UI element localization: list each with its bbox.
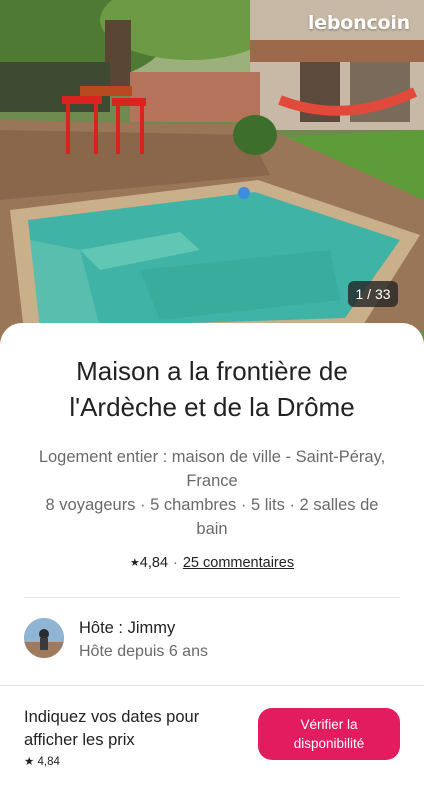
host-section[interactable]: Hôte : Jimmy Hôte depuis 6 ans [24,616,404,666]
reviews-link[interactable]: 25 commentaires [183,555,294,571]
listing-photo[interactable]: leboncoin 1 / 33 [0,0,424,345]
rating-value: 4,84 [139,555,169,571]
avatar [24,618,64,658]
booking-bar: Indiquez vos dates pour afficher les pri… [0,685,424,801]
photo-counter-badge: 1 / 33 [348,281,398,307]
check-availability-button[interactable]: Vérifier la disponibilité [258,708,400,760]
host-name: Hôte : Jimmy [79,619,176,637]
star-icon: ★ [24,756,35,768]
host-since: Hôte depuis 6 ans [79,643,208,660]
rating-row: ★4,84 · 25 commentaires [0,555,424,571]
listing-subtitle: Logement entier : maison de ville - Sain… [38,445,386,541]
booking-bar-rating: ★ 4,84 [24,754,60,768]
star-icon: ★ [129,557,140,569]
divider [24,597,400,598]
booking-bar-rating-value: 4,84 [37,756,60,768]
leboncoin-watermark: leboncoin [307,12,410,34]
listing-title: Maison a la frontière de l'Ardèche et de… [69,356,355,422]
dates-prompt: Indiquez vos dates pour afficher les pri… [24,708,200,749]
check-availability-label: Vérifier la disponibilité [293,717,365,751]
listing-capacity: 8 voyageurs · 5 chambres · 5 lits · 2 sa… [45,496,379,538]
listing-location: Logement entier : maison de ville - Sain… [38,448,386,490]
rating-separator: · [173,555,178,571]
